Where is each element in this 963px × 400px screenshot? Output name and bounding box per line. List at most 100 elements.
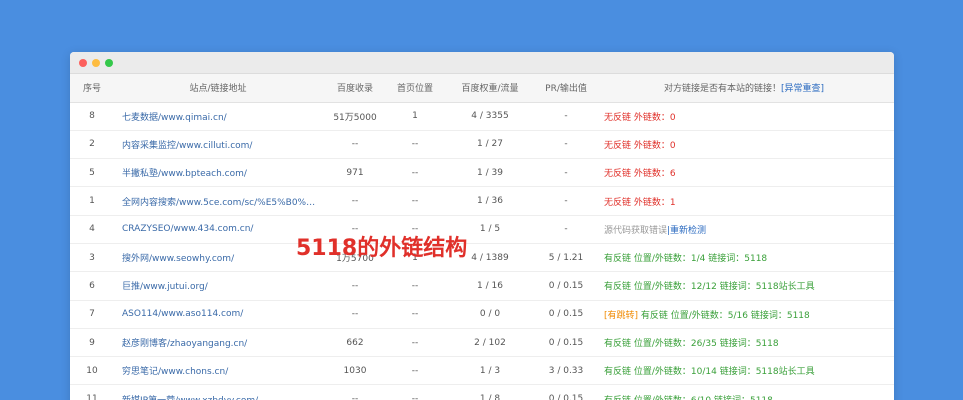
link-status-text: [有跳转] bbox=[604, 310, 639, 321]
row-number: 1 bbox=[89, 196, 95, 207]
link-check-label: 对方链接是否有本站的链接！ bbox=[663, 84, 781, 95]
row-number: 7 bbox=[89, 309, 95, 320]
site-link[interactable]: 内容采集监控/www.cilluti.com/ bbox=[114, 130, 322, 158]
row-number: 10 bbox=[86, 365, 98, 376]
link-status-text: 无反链 外链数：1 bbox=[604, 197, 676, 208]
table-row: 3 搜外网/www.seowhy.com/1万5700 1 4 / 1389 5 / 1… bbox=[70, 243, 894, 272]
home-position-value: -- bbox=[411, 309, 419, 320]
baidu-weight-value: 1 / 39 bbox=[477, 167, 503, 178]
link-check-result: 无反链 外链数：1 bbox=[594, 187, 894, 215]
home-position-value: -- bbox=[411, 365, 419, 376]
baidu-weight-value: 2 / 102 bbox=[474, 337, 506, 348]
row-number: 9 bbox=[89, 337, 95, 348]
baidu-index-value: 662 bbox=[346, 337, 364, 348]
link-check-result: 无反链 外链数：0 bbox=[594, 130, 894, 158]
table-row: 1 全网内容搜索/www.5ce.com/sc/%E5%B0%… -- -- 1 / 3… bbox=[70, 187, 894, 216]
recheck-link[interactable]: [异常重查] bbox=[781, 84, 824, 94]
link-check-result: 有反链 位置/外链数：10/14 链接词：5118站长工具 bbox=[594, 357, 894, 385]
site-link[interactable]: CRAZYSEO/www.434.com.cn/ bbox=[114, 215, 322, 243]
home-position-value: -- bbox=[411, 196, 419, 207]
table-row: 6 巨推/www.jutui.org/ -- -- 1 / 16 0 / 0.15 有反链 … bbox=[70, 272, 894, 301]
col-header-no: 序号 bbox=[70, 74, 114, 103]
maximize-window-button[interactable] bbox=[105, 58, 113, 67]
minimize-window-button[interactable] bbox=[92, 58, 100, 67]
col-header-pr: PR/输出值 bbox=[538, 74, 594, 103]
browser-window: 序号 站点/链接地址 百度收录 首页位置 百度权重/流量 PR/输出值 对方链接… bbox=[70, 52, 894, 400]
home-position-value: -- bbox=[411, 139, 419, 150]
link-status-text: 无反链 外链数：0 bbox=[604, 140, 676, 151]
link-status-text: 无反链 外链数：6 bbox=[604, 169, 676, 180]
col-header-site: 站点/链接地址 bbox=[114, 74, 322, 103]
row-number: 8 bbox=[89, 111, 95, 122]
pr-value: 0 / 0.15 bbox=[548, 280, 584, 291]
site-link[interactable]: 穷思笔记/www.chons.cn/ bbox=[114, 357, 322, 385]
link-check-result: [有跳转] 有反链 位置/外链数：5/16 链接词：5118 bbox=[594, 300, 894, 328]
site-link[interactable]: 全网内容搜索/www.5ce.com/sc/%E5%B0%… bbox=[114, 187, 322, 215]
pr-value: - bbox=[564, 111, 568, 122]
link-check-result: 有反链 位置/外链数：6/10 链接词：5118 bbox=[594, 385, 894, 400]
site-link[interactable]: 搜外网/www.seowhy.com/ bbox=[114, 243, 322, 271]
pr-value: - bbox=[564, 196, 568, 207]
link-status-text: 无反链 外链数：0 bbox=[604, 112, 676, 123]
baidu-weight-value: 4 / 3355 bbox=[471, 111, 509, 122]
backlink-table: 序号 站点/链接地址 百度收录 首页位置 百度权重/流量 PR/输出值 对方链接… bbox=[70, 74, 894, 400]
site-link[interactable]: 七麦数据/www.qimai.cn/ bbox=[114, 102, 322, 130]
site-link[interactable]: 赵彦刚博客/zhaoyangang.cn/ bbox=[114, 328, 322, 356]
baidu-index-value: -- bbox=[351, 139, 359, 150]
col-header-baidu-index: 百度收录 bbox=[322, 74, 388, 103]
row-number: 11 bbox=[86, 394, 98, 400]
baidu-index-value: -- bbox=[351, 309, 359, 320]
table-row: 9 赵彦刚博客/zhaoyangang.cn/662 -- 2 / 102 0 / 0.… bbox=[70, 328, 894, 357]
link-status-text: 有反链 位置/外链数：1/4 链接词：5118 bbox=[604, 254, 768, 265]
table-row: 8 七麦数据/www.qimai.cn/51万5000 1 4 / 3355 - 无反链 … bbox=[70, 102, 894, 131]
home-position-value: -- bbox=[411, 337, 419, 348]
table-row: 10 穷思笔记/www.chons.cn/1030 -- 1 / 3 3 / 0.33 有… bbox=[70, 357, 894, 385]
site-link[interactable]: 半撇私塾/www.bpteach.com/ bbox=[114, 159, 322, 187]
home-position-value: -- bbox=[411, 167, 419, 178]
site-link[interactable]: 巨推/www.jutui.org/ bbox=[114, 272, 322, 300]
home-position-value: -- bbox=[411, 394, 419, 400]
link-status-text: 有反链 位置/外链数：10/14 链接词：5118站长工具 bbox=[604, 367, 815, 378]
pr-value: 3 / 0.33 bbox=[548, 365, 584, 376]
baidu-index-value: 1030 bbox=[343, 365, 367, 376]
table-row: 4 CRAZYSEO/www.434.com.cn/-- -- 1 / 5- 源代码获取… bbox=[70, 215, 894, 244]
col-header-baidu-weight: 百度权重/流量 bbox=[442, 74, 538, 103]
pr-value: 0 / 0.15 bbox=[548, 394, 584, 400]
pr-value: - bbox=[564, 167, 568, 178]
pr-value: - bbox=[564, 224, 568, 235]
table-row: 2 内容采集监控/www.cilluti.com/ -- -- 1 / 27 - 无反链 外… bbox=[70, 130, 894, 159]
link-check-result: 源代码获取错误|重新检测 bbox=[594, 215, 894, 243]
link-status-text: 有反链 位置/外链数：5/16 链接词：5118 bbox=[638, 310, 810, 321]
baidu-weight-value: 0 / 0 bbox=[479, 309, 501, 320]
link-check-result: 无反链 外链数：0 bbox=[594, 102, 894, 130]
window-titlebar bbox=[70, 52, 894, 74]
row-number: 2 bbox=[89, 139, 95, 150]
baidu-weight-value: 1 / 16 bbox=[477, 280, 503, 291]
table-row: 7 ASO114/www.aso114.com/ -- -- 0 / 0 0 / 0.15… bbox=[70, 300, 894, 329]
site-link[interactable]: 新媒IP第一营/www.xzbdyy.com/ bbox=[114, 385, 322, 400]
pr-value: 0 / 0.15 bbox=[548, 309, 584, 320]
pr-value: 0 / 0.15 bbox=[548, 337, 584, 348]
recheck-action-link[interactable]: |重新检测 bbox=[667, 226, 706, 236]
table-header-row: 序号 站点/链接地址 百度收录 首页位置 百度权重/流量 PR/输出值 对方链接… bbox=[70, 74, 894, 103]
row-number: 3 bbox=[89, 252, 95, 263]
row-number: 4 bbox=[89, 224, 95, 235]
home-position-value: -- bbox=[411, 280, 419, 291]
close-window-button[interactable] bbox=[79, 58, 87, 67]
link-check-result: 无反链 外链数：6 bbox=[594, 159, 894, 187]
overlay-caption: 5118的外链结构 bbox=[296, 236, 468, 261]
table-row: 11 新媒IP第一营/www.xzbdyy.com/ -- -- 1 / 8 0 / 0.… bbox=[70, 385, 894, 400]
col-header-link-check: 对方链接是否有本站的链接！[异常重查] bbox=[594, 74, 894, 103]
home-position-value: 1 bbox=[412, 111, 418, 122]
baidu-index-value: -- bbox=[351, 196, 359, 207]
link-status-text: 有反链 位置/外链数：26/35 链接词：5118 bbox=[604, 339, 779, 350]
baidu-weight-value: 1 / 8 bbox=[479, 394, 501, 400]
baidu-index-value: -- bbox=[351, 280, 359, 291]
baidu-index-value: -- bbox=[351, 394, 359, 400]
link-check-result: 有反链 位置/外链数：26/35 链接词：5118 bbox=[594, 328, 894, 356]
baidu-weight-value: 1 / 27 bbox=[477, 139, 503, 150]
link-check-result: 有反链 位置/外链数：12/12 链接词：5118站长工具 bbox=[594, 272, 894, 300]
table-row: 5 半撇私塾/www.bpteach.com/971 -- 1 / 39 - 无反链 外链… bbox=[70, 159, 894, 187]
site-link[interactable]: ASO114/www.aso114.com/ bbox=[114, 300, 322, 328]
pr-value: - bbox=[564, 139, 568, 150]
